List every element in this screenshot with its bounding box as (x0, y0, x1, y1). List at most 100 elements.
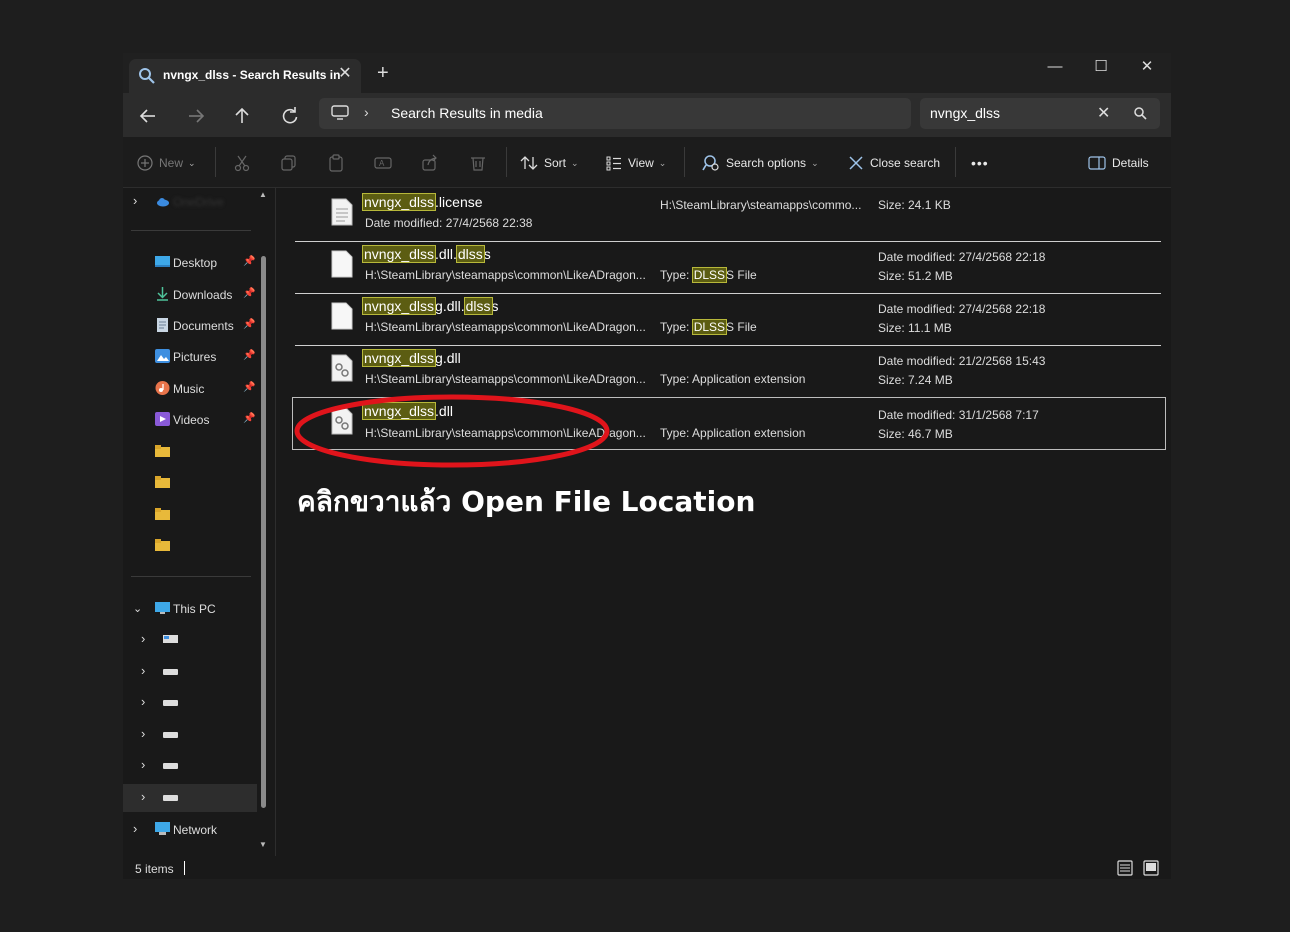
music-icon (155, 381, 170, 395)
share-icon[interactable] (421, 153, 439, 173)
sidebar-item-folder[interactable] (123, 469, 263, 497)
minimize-button[interactable]: — (1035, 55, 1075, 79)
sidebar-item-label: Videos (173, 413, 210, 427)
folder-icon (155, 445, 170, 457)
details-pane-button[interactable]: Details (1088, 153, 1149, 173)
collapse-chevron-icon[interactable]: ⌄ (133, 602, 142, 615)
sidebar-item-drive-selected[interactable]: › (123, 784, 257, 812)
file-explorer-window: nvngx_dlss - Search Results in ✕ + — ☐ ✕ (123, 53, 1171, 879)
copy-icon[interactable] (280, 153, 298, 173)
sidebar-divider (131, 230, 251, 231)
large-icons-view-icon[interactable] (1143, 860, 1159, 876)
new-button[interactable]: New ⌄ (137, 153, 196, 173)
chevron-down-icon: ⌄ (811, 157, 819, 168)
monitor-icon (331, 105, 349, 120)
tab-search-results[interactable]: nvngx_dlss - Search Results in ✕ (129, 59, 361, 93)
scroll-down-icon[interactable]: ▼ (259, 840, 267, 849)
expand-chevron-icon[interactable]: › (141, 631, 145, 646)
search-input[interactable] (930, 103, 1090, 123)
back-arrow-icon[interactable] (137, 105, 161, 127)
expand-chevron-icon[interactable]: › (141, 694, 145, 709)
pin-icon: 📌 (243, 256, 256, 267)
view-button[interactable]: View ⌄ (606, 153, 666, 173)
file-path: H:\SteamLibrary\steamapps\commo... (660, 198, 862, 212)
sort-icon (520, 156, 538, 170)
forward-arrow-icon[interactable] (184, 105, 208, 127)
file-size: Size: 46.7 MB (878, 427, 953, 441)
close-search-button[interactable]: Close search (848, 153, 940, 173)
sort-label: Sort (544, 156, 567, 170)
expand-chevron-icon[interactable]: › (141, 663, 145, 678)
download-arrow-icon (157, 287, 168, 301)
sidebar-item-label: Network (173, 823, 218, 837)
sidebar-item-desktop[interactable]: Desktop 📌 (123, 249, 263, 277)
address-bar[interactable]: › Search Results in media (319, 98, 911, 129)
search-box[interactable]: ✕ (920, 98, 1160, 129)
result-row[interactable]: nvngx_dlssg.dll.dlsss H:\SteamLibrary\st… (293, 294, 1161, 344)
sidebar-item-videos[interactable]: Videos 📌 (123, 406, 263, 434)
file-type: Type: Application extension (660, 426, 806, 440)
drive-icon (163, 700, 178, 706)
result-row[interactable]: nvngx_dlss.dll.dlsss H:\SteamLibrary\ste… (293, 242, 1161, 292)
sidebar-item-pictures[interactable]: Pictures 📌 (123, 343, 263, 371)
result-row[interactable]: nvngx_dlssg.dll H:\SteamLibrary\steamapp… (293, 346, 1161, 396)
blank-file-icon (331, 302, 353, 330)
sidebar-item-documents[interactable]: Documents 📌 (123, 312, 263, 340)
sidebar-item-drive[interactable]: › (123, 752, 263, 780)
drive-icon (163, 732, 178, 738)
clear-search-icon[interactable]: ✕ (1097, 103, 1110, 123)
scrollbar-thumb[interactable] (261, 256, 266, 808)
up-arrow-icon[interactable] (230, 105, 254, 127)
sidebar-item-folder[interactable] (123, 532, 263, 560)
maximize-button[interactable]: ☐ (1081, 55, 1121, 79)
search-options-button[interactable]: Search options ⌄ (702, 153, 819, 173)
tab-close-icon[interactable]: ✕ (336, 64, 354, 84)
more-options-icon[interactable]: ••• (971, 153, 989, 173)
sidebar-item-drive[interactable]: › (123, 689, 263, 717)
chevron-down-icon: ⌄ (658, 157, 667, 168)
details-view-icon[interactable] (1117, 860, 1133, 876)
search-match-highlight: nvngx_dlss (361, 193, 437, 211)
sidebar-item-drive[interactable]: › (123, 721, 263, 749)
expand-chevron-icon[interactable]: › (141, 789, 145, 804)
paste-icon[interactable] (327, 153, 345, 173)
expand-chevron-icon[interactable]: › (133, 193, 137, 208)
pin-icon: 📌 (243, 288, 256, 299)
status-bar: 5 items (123, 856, 1171, 879)
toolbar-divider (506, 147, 507, 177)
sidebar-item-drive[interactable]: › (123, 658, 263, 686)
refresh-icon[interactable] (278, 105, 302, 127)
sidebar-item-folder[interactable] (123, 501, 263, 529)
sort-button[interactable]: Sort ⌄ (520, 153, 579, 173)
file-size: Size: 11.1 MB (878, 321, 952, 335)
expand-chevron-icon[interactable]: › (133, 821, 137, 836)
pane-divider[interactable] (275, 188, 276, 856)
sidebar-item-drive[interactable]: › (123, 626, 263, 654)
breadcrumb[interactable]: Search Results in media (391, 105, 543, 121)
details-pane-icon (1088, 156, 1106, 170)
search-icon[interactable] (1133, 106, 1147, 120)
rename-icon[interactable]: A (374, 153, 392, 173)
sidebar-item-network[interactable]: › Network (123, 816, 263, 844)
result-row[interactable]: nvngx_dlss.license Date modified: 27/4/2… (293, 190, 1161, 240)
new-tab-button[interactable]: + (377, 63, 389, 83)
sidebar-item-music[interactable]: Music 📌 (123, 375, 263, 403)
expand-chevron-icon[interactable]: › (141, 726, 145, 741)
sidebar-item-label: OneDrive (173, 195, 224, 209)
sidebar-item-onedrive[interactable]: › OneDrive (123, 188, 263, 216)
cut-icon[interactable] (233, 153, 251, 173)
expand-chevron-icon[interactable]: › (141, 757, 145, 772)
file-path: H:\SteamLibrary\steamapps\common\LikeADr… (365, 320, 646, 334)
close-window-button[interactable]: ✕ (1127, 55, 1167, 79)
sidebar-item-folder[interactable] (123, 438, 263, 466)
delete-icon[interactable] (469, 153, 487, 173)
svg-text:A: A (379, 159, 385, 168)
sidebar-item-downloads[interactable]: Downloads 📌 (123, 281, 263, 309)
this-pc-icon (155, 602, 170, 614)
breadcrumb-chevron-icon[interactable]: › (364, 104, 369, 120)
view-label: View (628, 156, 654, 170)
sidebar-item-this-pc[interactable]: ⌄ This PC (123, 595, 263, 623)
document-icon (157, 318, 168, 332)
date-modified: Date modified: 31/1/2568 7:17 (878, 408, 1039, 422)
close-icon (849, 156, 863, 170)
